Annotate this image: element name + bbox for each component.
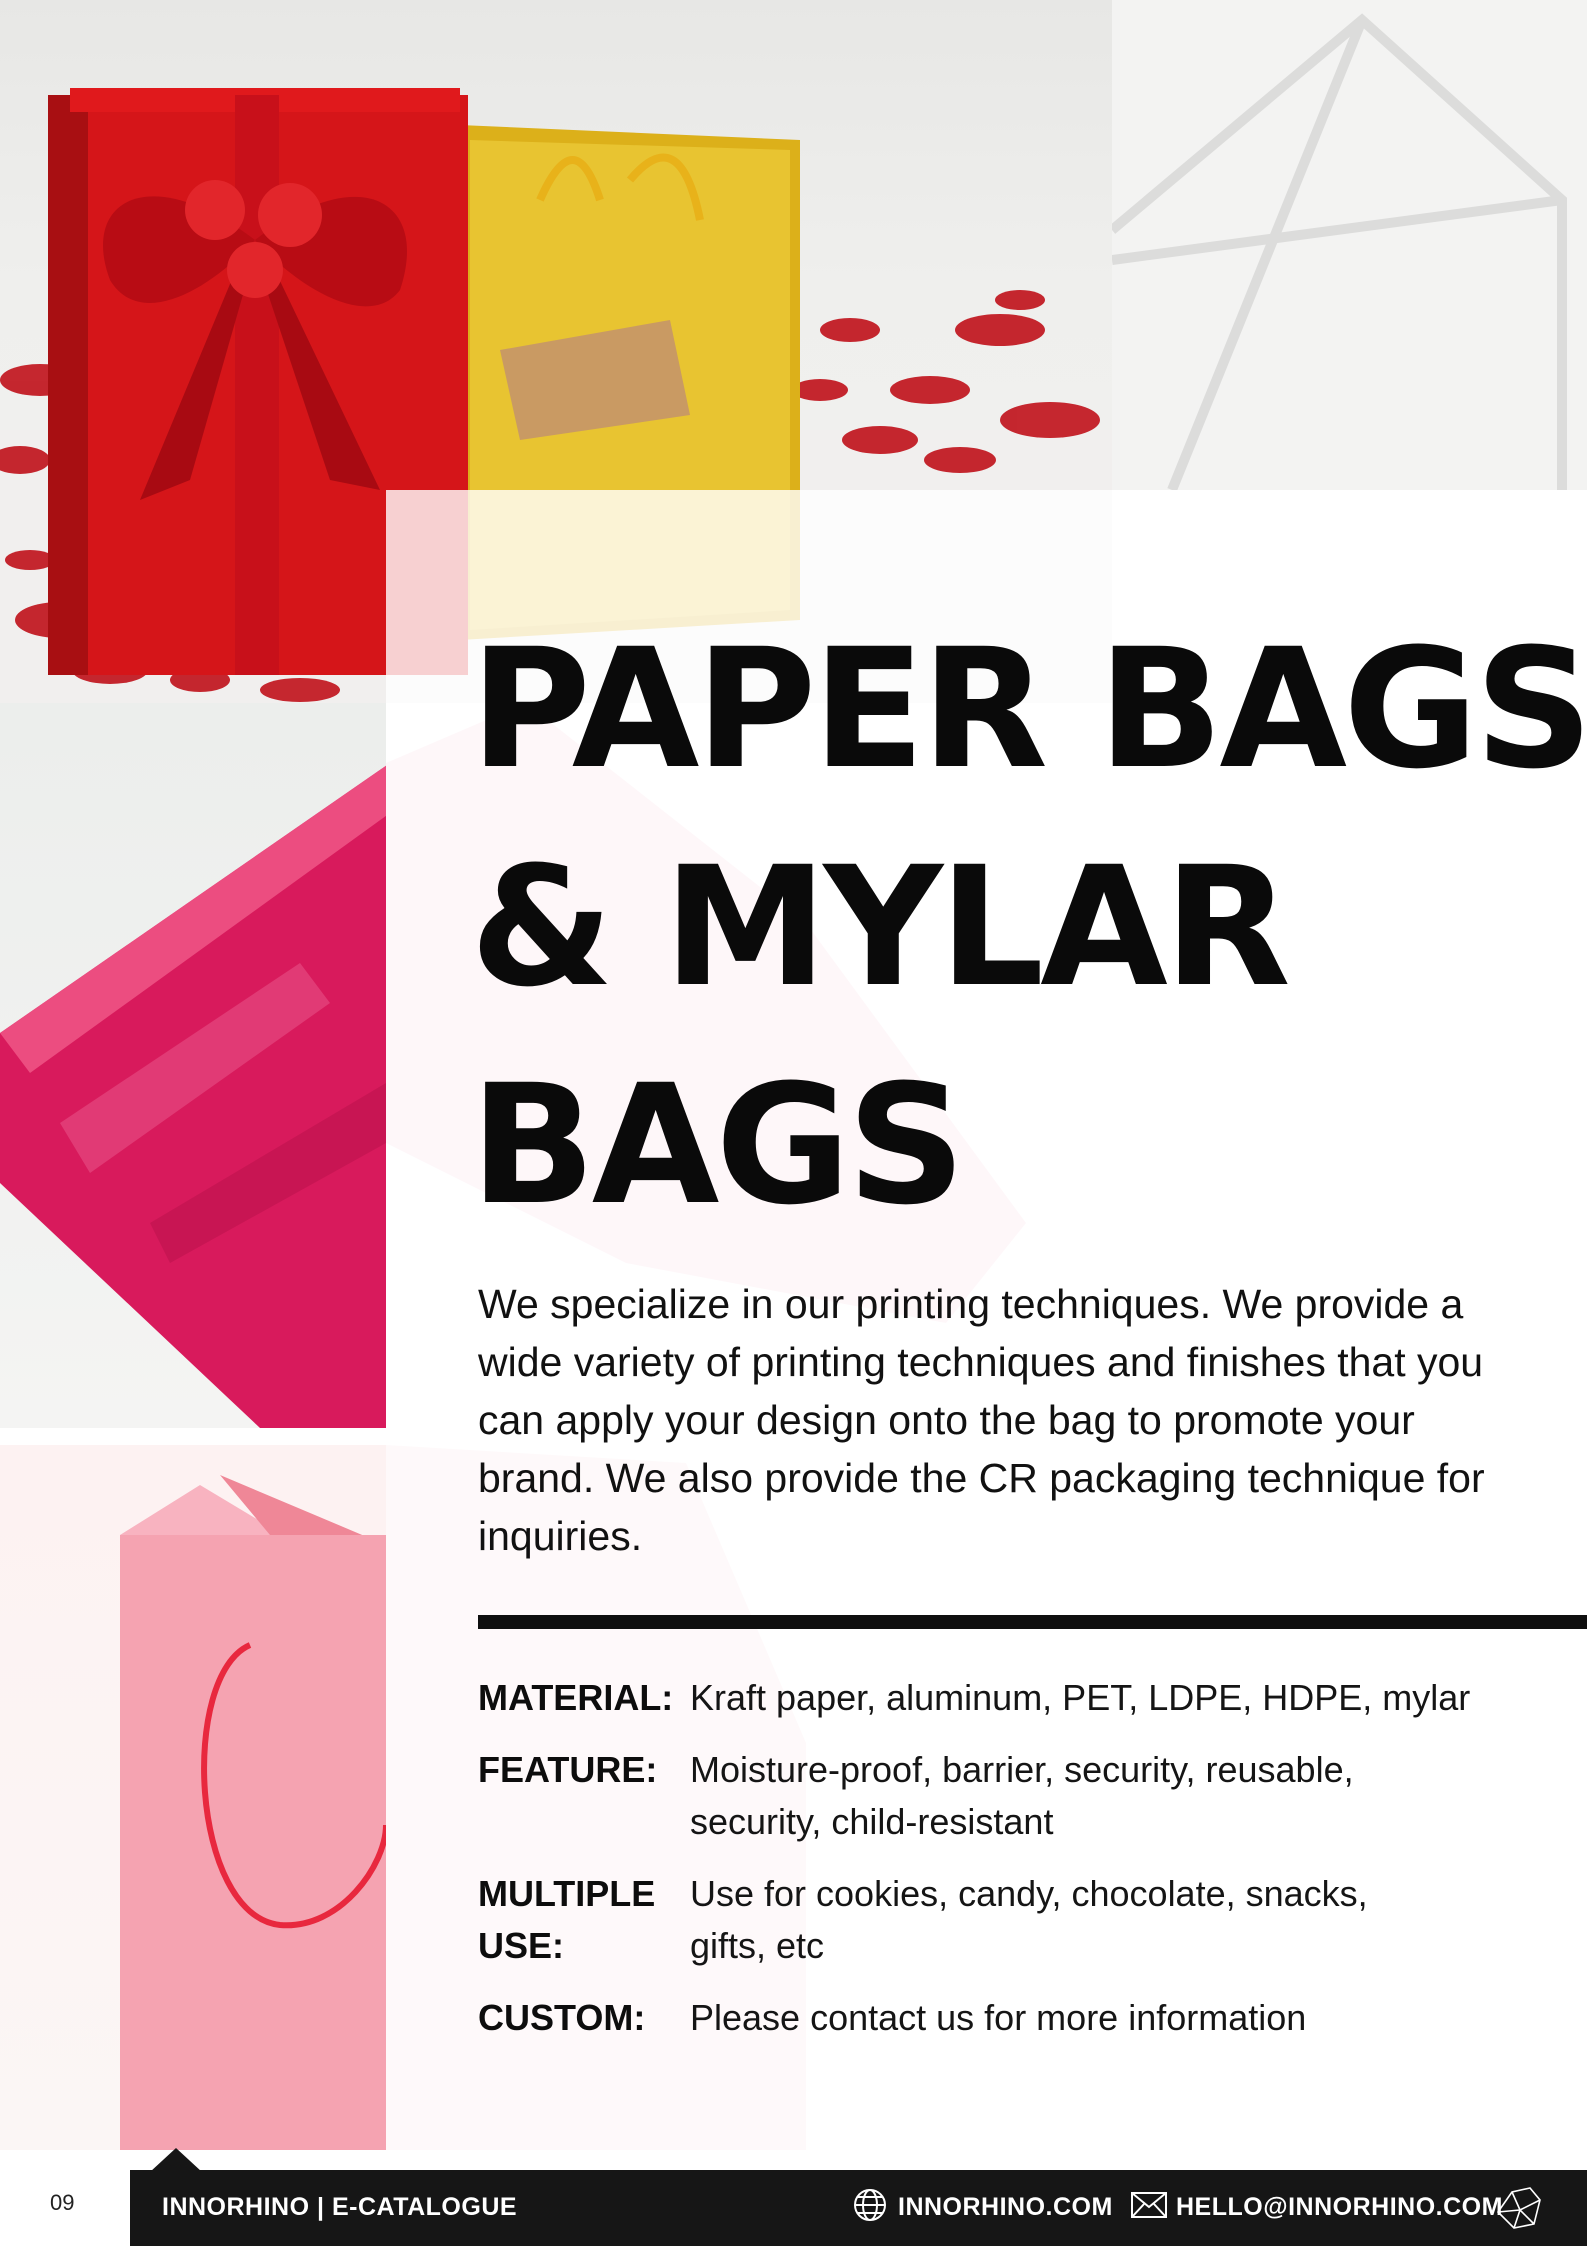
spec-row-multiple-use: MULTIPLE USE: Use for cookies, candy, ch… (478, 1868, 1558, 1972)
spec-label: MULTIPLE USE: (478, 1873, 656, 1966)
spec-value: Moisture-proof, barrier, security, reusa… (690, 1749, 1354, 1842)
title-line-1: PAPER BAGS (470, 613, 1587, 805)
geometric-rhino-graphic (1112, 0, 1587, 490)
spec-row-material: MATERIAL: Kraft paper, aluminum, PET, LD… (478, 1672, 1558, 1724)
email-link[interactable]: HELLO@INNORHINO.COM (1176, 2193, 1503, 2222)
footer-notch (150, 2148, 202, 2172)
title-line-2: & MYLAR (470, 831, 1291, 1023)
spec-label: CUSTOM: (478, 1997, 646, 2038)
globe-icon (852, 2187, 888, 2228)
mylar-bag-photo (0, 703, 386, 1428)
intro-paragraph: We specialize in our printing techniques… (478, 1281, 1485, 1559)
section-divider (478, 1615, 1587, 1629)
spec-row-feature: FEATURE: Moisture-proof, barrier, securi… (478, 1744, 1558, 1848)
rhino-logo-icon (1494, 2182, 1544, 2237)
pink-paper-bag-photo (0, 1445, 386, 2150)
footer-brand: INNORHINO | E-CATALOGUE (162, 2193, 518, 2221)
spec-row-custom: CUSTOM: Please contact us for more infor… (478, 1992, 1558, 2044)
spec-value: Please contact us for more information (690, 1997, 1307, 2038)
page-title: PAPER BAGS & MYLAR BAGS (470, 600, 1587, 1254)
spec-value: Use for cookies, candy, chocolate, snack… (690, 1873, 1368, 1966)
spec-value: Kraft paper, aluminum, PET, LDPE, HDPE, … (690, 1677, 1471, 1718)
website-link[interactable]: INNORHINO.COM (898, 2193, 1113, 2222)
mail-icon (1130, 2191, 1168, 2224)
page-number: 09 (50, 2190, 75, 2215)
spec-label: MATERIAL: (478, 1677, 674, 1718)
spec-label: FEATURE: (478, 1749, 658, 1790)
title-line-3: BAGS (470, 1049, 966, 1241)
spec-list: MATERIAL: Kraft paper, aluminum, PET, LD… (478, 1672, 1558, 2064)
